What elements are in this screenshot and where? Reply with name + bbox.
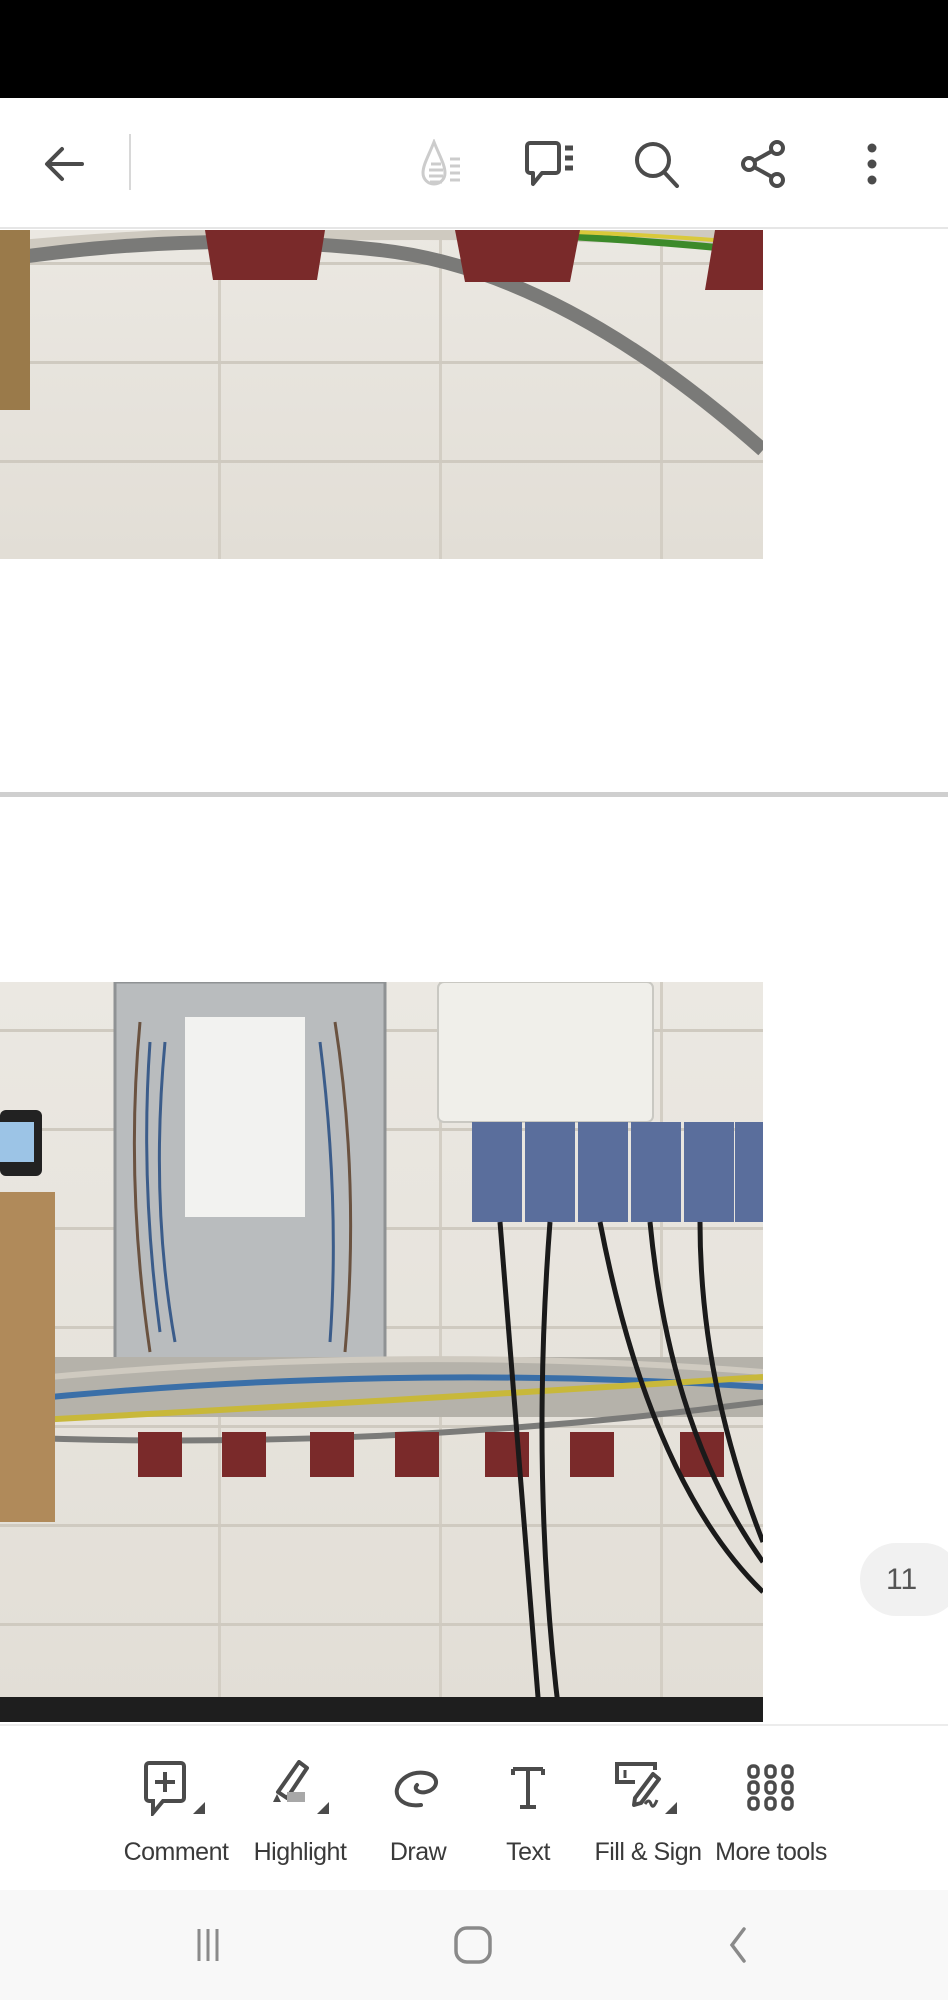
bottom-tools-bar: Comment Highlight Draw Text Fill & Sign … bbox=[0, 1724, 948, 1890]
status-bar bbox=[0, 0, 948, 98]
home-icon[interactable] bbox=[443, 1920, 503, 1970]
share-icon[interactable] bbox=[736, 136, 792, 192]
page-separator bbox=[0, 792, 948, 797]
more-options-icon[interactable] bbox=[844, 136, 900, 192]
highlighter-icon bbox=[235, 1756, 365, 1820]
back-arrow-icon[interactable] bbox=[36, 136, 92, 192]
search-icon[interactable] bbox=[629, 136, 685, 192]
liquid-mode-icon[interactable] bbox=[418, 136, 474, 192]
fill-sign-icon bbox=[583, 1756, 713, 1820]
divider bbox=[129, 134, 131, 190]
grid-icon bbox=[706, 1756, 836, 1820]
page-number: 11 bbox=[886, 1562, 918, 1596]
document-image-distribution-board bbox=[0, 982, 763, 1722]
tool-more-tools[interactable]: More tools bbox=[706, 1756, 836, 1867]
system-back-icon[interactable] bbox=[708, 1920, 768, 1970]
top-app-bar bbox=[0, 98, 948, 229]
comments-list-icon[interactable] bbox=[524, 136, 580, 192]
document-image-wall-sockets bbox=[0, 230, 763, 559]
tool-fill-sign[interactable]: Fill & Sign bbox=[583, 1756, 713, 1867]
tool-comment[interactable]: Comment bbox=[111, 1756, 241, 1867]
recent-apps-icon[interactable] bbox=[178, 1920, 238, 1970]
text-icon bbox=[463, 1756, 593, 1820]
tool-highlight[interactable]: Highlight bbox=[235, 1756, 365, 1867]
tool-text[interactable]: Text bbox=[463, 1756, 593, 1867]
system-navigation-bar bbox=[0, 1890, 948, 2000]
comment-add-icon bbox=[111, 1756, 241, 1820]
page-number-badge[interactable]: 11 bbox=[860, 1543, 948, 1616]
